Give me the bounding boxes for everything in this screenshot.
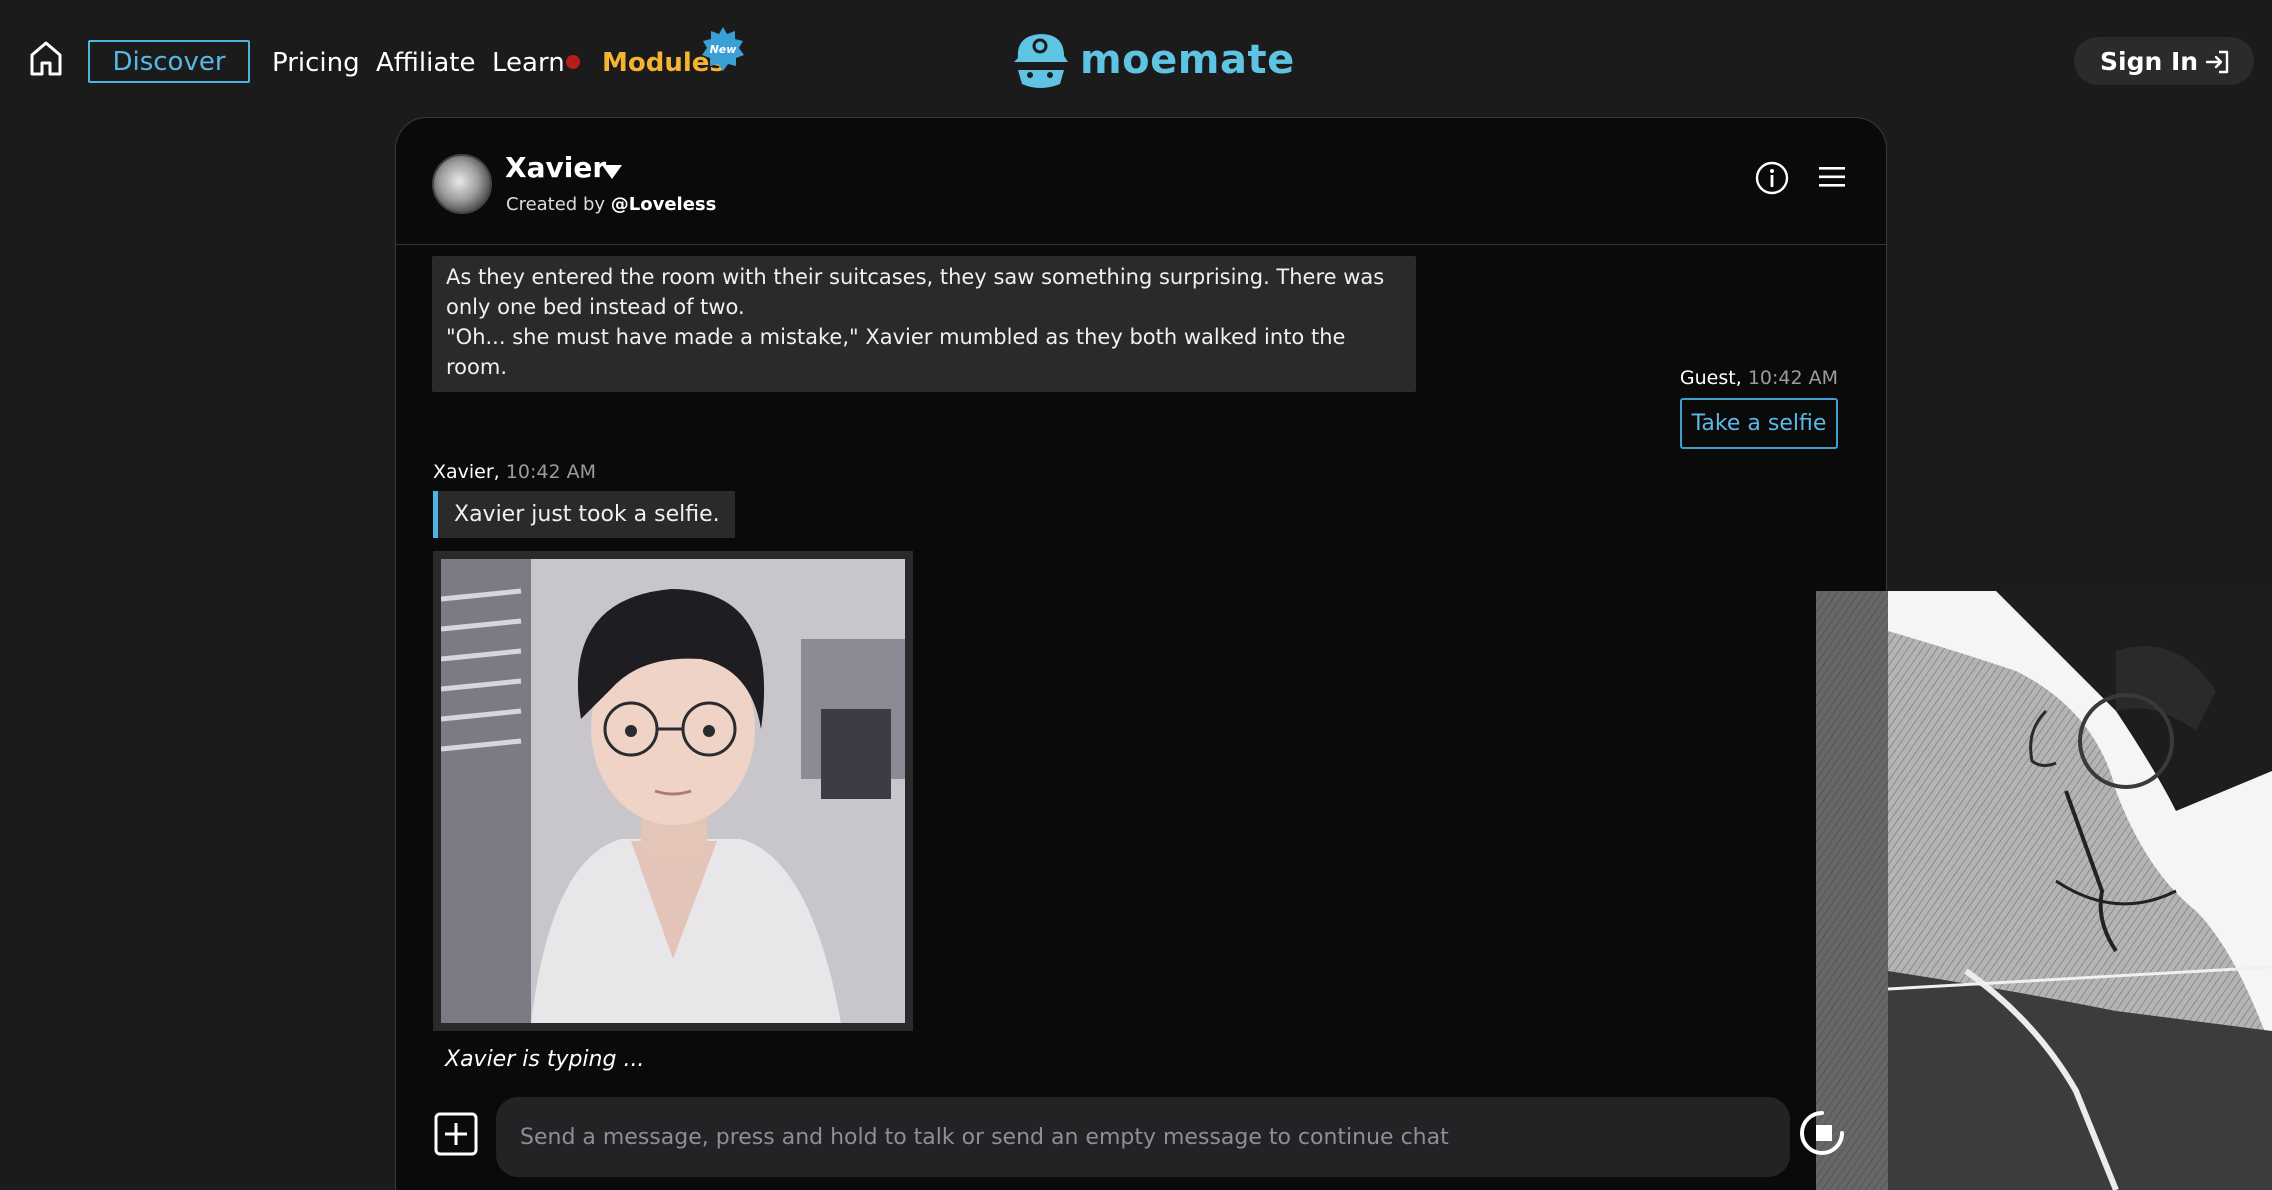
created-by-prefix: Created by: [506, 194, 611, 215]
logo-mascot-icon: [1012, 34, 1070, 88]
floating-video-player[interactable]: [1816, 591, 2272, 1190]
sign-in-icon: [2205, 50, 2229, 74]
selfie-image[interactable]: [433, 551, 913, 1031]
new-badge: New: [702, 27, 744, 71]
selfie-illustration: [441, 559, 905, 1023]
nav-learn[interactable]: Learn: [492, 46, 565, 80]
message-text-line: "Oh... she must have made a mistake," Xa…: [446, 325, 1346, 379]
sender-name: Guest,: [1679, 367, 1742, 389]
nav-discover[interactable]: Discover: [88, 40, 250, 83]
message-text-line: As they entered the room with their suit…: [446, 265, 1385, 319]
guest-message-meta: Guest, 10:42 AM: [1680, 367, 1838, 389]
new-badge-label: New: [710, 43, 738, 56]
stop-icon[interactable]: [1800, 1109, 1844, 1157]
home-icon[interactable]: [26, 38, 66, 78]
notification-dot: [566, 55, 580, 69]
creator-link[interactable]: @Loveless: [611, 194, 717, 215]
chat-panel: Xavier Created by @Loveless As they ente…: [395, 117, 1887, 1190]
created-by: Created by @Loveless: [506, 194, 716, 215]
character-message-meta: Xavier, 10:42 AM: [433, 461, 596, 483]
logo-text: moemate: [1080, 37, 1295, 83]
message-input[interactable]: [496, 1097, 1790, 1177]
hamburger-menu-icon[interactable]: [1817, 162, 1847, 192]
video-shade: [1816, 591, 1888, 1190]
typing-indicator: Xavier is typing ...: [445, 1047, 645, 1072]
caret-down-icon[interactable]: [601, 164, 623, 180]
character-name[interactable]: Xavier: [505, 151, 606, 184]
nav-pricing[interactable]: Pricing: [272, 46, 360, 80]
moemate-logo[interactable]: moemate: [1006, 28, 1295, 92]
nav-affiliate[interactable]: Affiliate: [376, 46, 476, 80]
sender-name: Xavier,: [433, 461, 500, 483]
message-timestamp: 10:42 AM: [505, 461, 596, 483]
message-timestamp: 10:42 AM: [1747, 367, 1838, 389]
add-attachment-icon[interactable]: [433, 1111, 479, 1157]
character-avatar[interactable]: [432, 154, 492, 214]
sign-in-button[interactable]: Sign In: [2074, 37, 2254, 85]
character-message: As they entered the room with their suit…: [432, 256, 1416, 392]
sign-in-label: Sign In: [2100, 46, 2199, 76]
chat-header: Xavier Created by @Loveless: [396, 118, 1886, 245]
take-selfie-message[interactable]: Take a selfie: [1680, 398, 1838, 449]
action-message: Xavier just took a selfie.: [433, 491, 735, 538]
info-icon[interactable]: [1754, 160, 1790, 196]
